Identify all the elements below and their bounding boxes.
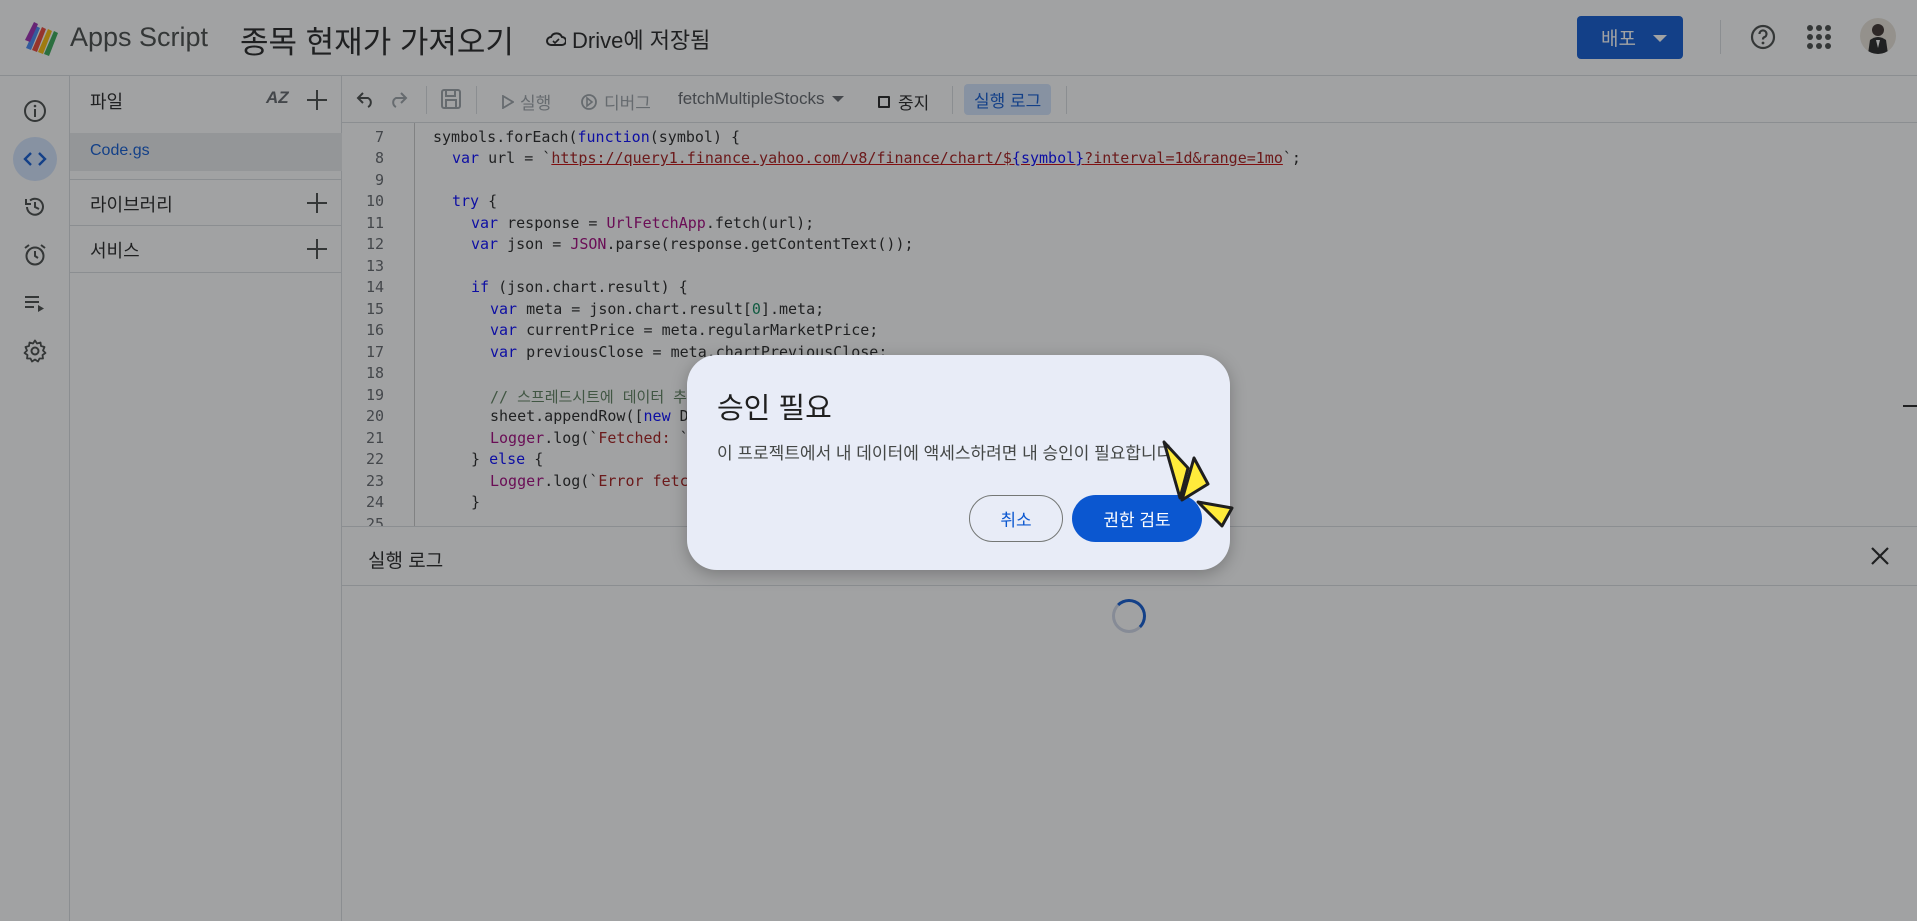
dialog-message: 이 프로젝트에서 내 데이터에 액세스하려면 내 승인이 필요합니다. — [717, 444, 1178, 463]
cancel-button[interactable]: 취소 — [969, 495, 1063, 542]
attention-pointer-icon — [1162, 440, 1234, 528]
authorization-dialog: 승인 필요 이 프로젝트에서 내 데이터에 액세스하려면 내 승인이 필요합니다… — [687, 355, 1230, 570]
dialog-title: 승인 필요 — [717, 393, 832, 425]
